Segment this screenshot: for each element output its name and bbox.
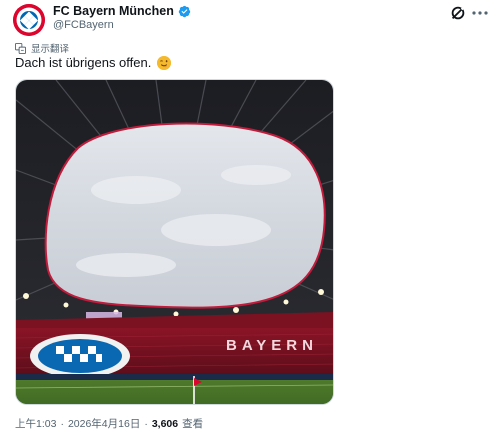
more-options-button[interactable]: [470, 4, 490, 22]
grok-icon[interactable]: [449, 4, 467, 22]
more-icon: [472, 11, 488, 15]
views-label: 查看: [182, 418, 204, 430]
views-count: 3,606: [151, 417, 179, 430]
verified-badge-icon[interactable]: [178, 5, 191, 18]
meta-separator: ·: [144, 417, 148, 430]
avatar[interactable]: [13, 4, 45, 36]
tweet-meta: 上午1:03 · 2026年4月16日 · 3,606 查看: [15, 416, 203, 431]
stadium-photo: BAYERN: [16, 80, 333, 404]
fc-bayern-logo: [13, 4, 45, 36]
author-handle[interactable]: @FCBayern: [53, 19, 114, 31]
meta-separator: ·: [60, 417, 64, 430]
translate-label: 显示翻译: [31, 44, 70, 55]
author-name-row: FC Bayern München: [53, 4, 191, 19]
tweet-text-content: Dach ist übrigens offen.: [15, 55, 152, 70]
translate-icon: [15, 42, 26, 54]
winking-face-emoji-icon: [157, 56, 172, 70]
tweet-photo[interactable]: BAYERN: [15, 79, 334, 405]
tweet-date[interactable]: 2026年4月16日: [68, 416, 140, 431]
stands-crest: [30, 334, 130, 378]
show-translation-link[interactable]: 显示翻译: [15, 41, 69, 55]
display-name[interactable]: FC Bayern München: [53, 4, 174, 19]
stands-signage: BAYERN: [226, 337, 318, 354]
tweet-time[interactable]: 上午1:03: [15, 416, 56, 431]
tweet-text: Dach ist übrigens offen.: [15, 55, 172, 71]
